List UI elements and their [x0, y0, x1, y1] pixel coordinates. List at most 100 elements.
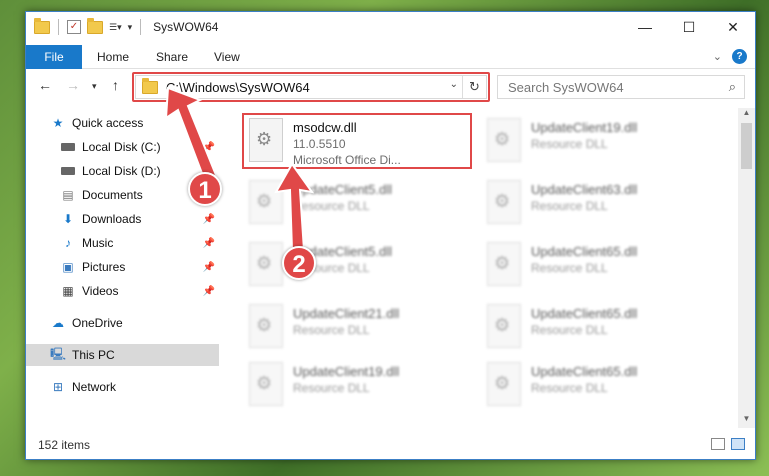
file-name: UpdateClient63.dll: [531, 182, 638, 197]
title-bar: ✓ ☰▾ ▾ SysWOW64 — ☐ ✕: [26, 12, 755, 45]
search-icon[interactable]: ⌕: [729, 79, 736, 95]
file-type: Resource DLL: [531, 381, 608, 395]
scroll-thumb[interactable]: [741, 123, 752, 169]
tab-home[interactable]: Home: [97, 45, 129, 69]
videos-icon: ▦: [62, 284, 74, 298]
customize-toolbar-icon[interactable]: ☰▾: [109, 22, 122, 33]
tab-share[interactable]: Share: [156, 45, 188, 69]
network-icon: ⊞: [52, 380, 64, 394]
sidebar-item-this-pc[interactable]: 🖳 This PC: [26, 344, 219, 366]
large-icons-view-icon[interactable]: [731, 438, 745, 450]
ribbon: File Home Share View ⌄ ?: [26, 45, 755, 69]
pin-icon: 📌: [202, 285, 215, 297]
documents-icon: ▤: [62, 188, 74, 202]
sidebar-item-label: Quick access: [72, 116, 144, 130]
expand-ribbon-icon[interactable]: ⌄: [713, 50, 722, 63]
details-view-icon[interactable]: [711, 438, 725, 450]
status-bar: 152 items: [26, 431, 755, 459]
file-name: UpdateClient21.dll: [293, 306, 400, 321]
chevron-down-icon[interactable]: ▾: [128, 22, 133, 33]
sidebar-item-pictures[interactable]: ▣ Pictures 📌: [26, 256, 219, 278]
sidebar-item-onedrive[interactable]: ☁ OneDrive: [26, 312, 219, 334]
new-folder-icon[interactable]: [87, 17, 103, 34]
forward-arrow-icon[interactable]: →: [66, 77, 80, 93]
sidebar-item-downloads[interactable]: ⬇ Downloads 📌: [26, 208, 219, 230]
dll-file-icon: [249, 304, 283, 348]
dll-file-icon: [487, 242, 521, 286]
sidebar-item-music[interactable]: ♪ Music 📌: [26, 232, 219, 254]
file-name: UpdateClient65.dll: [531, 306, 638, 321]
dll-file-icon: [487, 180, 521, 224]
up-arrow-icon[interactable]: ↑: [112, 77, 119, 93]
pin-icon: 📌: [202, 213, 215, 225]
sidebar-item-label: This PC: [72, 348, 115, 362]
properties-icon[interactable]: ✓: [67, 20, 81, 34]
folder-icon: [34, 17, 50, 34]
drive-icon: [60, 164, 76, 178]
tab-view[interactable]: View: [214, 45, 240, 69]
file-name: UpdateClient19.dll: [531, 120, 638, 135]
sidebar-item-label: Videos: [82, 284, 119, 298]
separator: [140, 19, 142, 35]
annotation-arrow-2: [274, 162, 315, 251]
item-count: 152 items: [38, 438, 91, 452]
recent-locations-icon[interactable]: ▾: [92, 81, 97, 92]
dll-file-icon: [249, 362, 283, 406]
search-box[interactable]: Search SysWOW64 ⌕: [497, 75, 745, 99]
file-item[interactable]: UpdateClient19.dll Resource DLL: [487, 118, 717, 176]
sidebar-item-label: Music: [82, 236, 114, 250]
file-item[interactable]: UpdateClient65.dll Resource DLL: [487, 362, 717, 420]
file-item[interactable]: UpdateClient19.dll Resource DLL: [249, 362, 479, 420]
file-name: UpdateClient65.dll: [531, 364, 638, 379]
view-toggle: [711, 438, 745, 450]
drive-icon: [60, 140, 76, 154]
ribbon-controls: ⌄ ?: [713, 49, 747, 64]
pictures-icon: ▣: [62, 260, 74, 274]
sidebar-item-videos[interactable]: ▦ Videos 📌: [26, 280, 219, 302]
quick-access-toolbar: ✓ ☰▾ ▾ SysWOW64: [34, 17, 219, 35]
step-badge-2: 2: [282, 246, 316, 280]
file-type: Resource DLL: [531, 199, 608, 213]
scroll-up-icon[interactable]: ▲: [738, 108, 755, 122]
dll-file-icon: [487, 304, 521, 348]
dll-file-icon: [487, 118, 521, 162]
explorer-window: ✓ ☰▾ ▾ SysWOW64 — ☐ ✕ File Home Share Vi…: [25, 11, 756, 460]
pin-icon: 📌: [202, 261, 215, 273]
computer-icon: 🖳: [50, 346, 67, 361]
tab-file[interactable]: File: [26, 45, 82, 69]
star-icon: ★: [52, 116, 64, 130]
minimize-button[interactable]: —: [623, 12, 667, 42]
help-icon[interactable]: ?: [732, 49, 747, 64]
maximize-button[interactable]: ☐: [667, 12, 711, 42]
step-badge-1: 1: [188, 172, 222, 206]
file-item[interactable]: UpdateClient63.dll Resource DLL: [487, 180, 717, 238]
sidebar-item-label: Local Disk (C:): [82, 140, 161, 154]
separator: [58, 19, 59, 35]
downloads-icon: ⬇: [62, 212, 74, 226]
file-type: Resource DLL: [531, 137, 608, 151]
sidebar-item-label: Network: [72, 380, 117, 394]
sidebar-item-label: Pictures: [82, 260, 126, 274]
search-input[interactable]: Search SysWOW64: [508, 80, 624, 95]
file-type: Resource DLL: [293, 323, 370, 337]
navigation-bar: ← → ▾ ↑ C:\Windows\SysWOW64 ⌄ ↻ Search S…: [26, 69, 755, 103]
file-item[interactable]: UpdateClient65.dll Resource DLL: [487, 242, 717, 300]
vertical-scrollbar[interactable]: ▲ ▼: [738, 108, 755, 428]
file-name: UpdateClient19.dll: [293, 364, 400, 379]
window-controls: — ☐ ✕: [623, 12, 755, 42]
file-item[interactable]: UpdateClient21.dll Resource DLL: [249, 304, 479, 362]
scroll-down-icon[interactable]: ▼: [738, 414, 755, 428]
sidebar-item-network[interactable]: ⊞ Network: [26, 376, 219, 398]
sidebar-item-label: Documents: [82, 188, 143, 202]
file-item[interactable]: UpdateClient65.dll Resource DLL: [487, 304, 717, 362]
music-icon: ♪: [65, 236, 71, 250]
pin-icon: 📌: [202, 237, 215, 249]
file-type: Resource DLL: [531, 323, 608, 337]
sidebar-item-label: Local Disk (D:): [82, 164, 161, 178]
window-title: SysWOW64: [153, 20, 219, 34]
dll-file-icon: [487, 362, 521, 406]
close-button[interactable]: ✕: [711, 12, 755, 42]
back-arrow-icon[interactable]: ←: [38, 77, 52, 93]
file-type: Resource DLL: [531, 261, 608, 275]
file-name: UpdateClient65.dll: [531, 244, 638, 259]
